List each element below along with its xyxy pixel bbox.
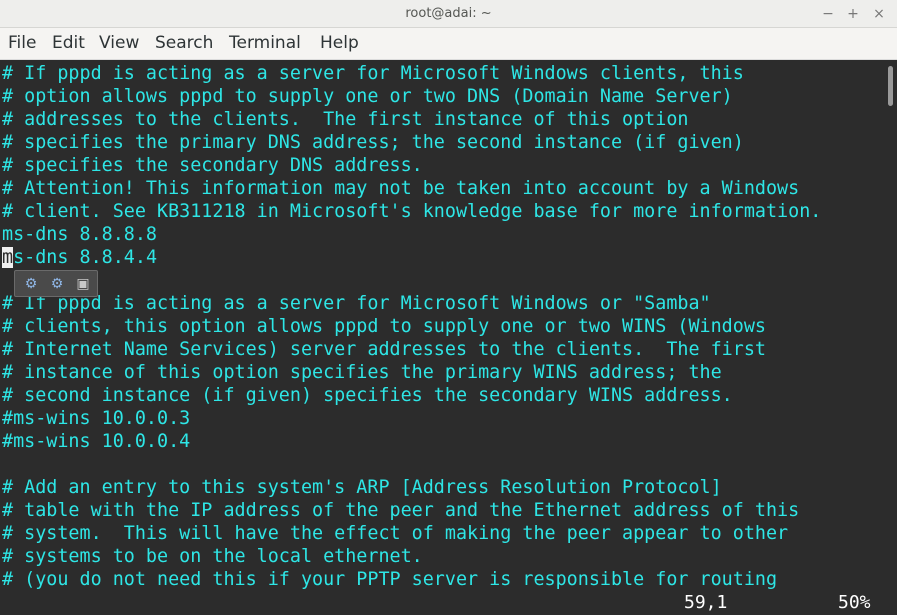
terminal-line: # If pppd is acting as a server for Micr…: [2, 293, 711, 314]
terminal-line: # If pppd is acting as a server for Micr…: [2, 63, 744, 84]
terminal-line: # instance of this option specifies the …: [2, 362, 722, 383]
gear-icon[interactable]: ⚙: [22, 275, 40, 293]
title-bar[interactable]: root@adai: ~ − + ×: [0, 0, 897, 28]
minimize-button[interactable]: −: [818, 4, 838, 24]
terminal-line: # specifies the secondary DNS address.: [2, 155, 423, 176]
terminal-line: # option allows pppd to supply one or tw…: [2, 86, 733, 107]
terminal-line: # clients, this option allows pppd to su…: [2, 316, 766, 337]
terminal-line: # second instance (if given) specifies t…: [2, 385, 733, 406]
terminal-window: root@adai: ~ − + × File Edit View Search…: [0, 0, 897, 615]
terminal-line: # addresses to the clients. The first in…: [2, 109, 689, 130]
terminal-line: # client. See KB311218 in Microsoft's kn…: [2, 201, 822, 222]
scrollbar[interactable]: [884, 61, 897, 615]
terminal-line: # specifies the primary DNS address; the…: [2, 132, 744, 153]
menu-file[interactable]: File: [8, 33, 36, 53]
scroll-percent: 50%: [838, 592, 871, 613]
menu-search[interactable]: Search: [155, 33, 213, 53]
terminal-line: # table with the IP address of the peer …: [2, 500, 800, 521]
floating-mini-toolbar: ⚙ ⚙ ▣: [14, 270, 98, 297]
cursor-position: 59,1: [684, 592, 728, 613]
terminal-line: # system. This will have the effect of m…: [2, 523, 789, 544]
maximize-button[interactable]: +: [843, 4, 863, 24]
scroll-thumb[interactable]: [888, 66, 893, 106]
gear-icon[interactable]: ⚙: [48, 275, 66, 293]
text-cursor: m: [2, 247, 14, 268]
terminal-line: ms-dns 8.8.8.8: [2, 224, 158, 245]
terminal-line: # Attention! This information may not be…: [2, 178, 800, 199]
save-icon[interactable]: ▣: [74, 275, 92, 293]
menu-help[interactable]: Help: [320, 33, 359, 53]
terminal-line: ms-dns 8.8.4.4: [2, 246, 157, 269]
menu-view[interactable]: View: [99, 33, 139, 53]
terminal-line: # systems to be on the local ethernet.: [2, 546, 423, 567]
menu-edit[interactable]: Edit: [52, 33, 85, 53]
terminal-area[interactable]: # If pppd is acting as a server for Micr…: [0, 61, 884, 615]
terminal-line: # Internet Name Services) server address…: [2, 339, 766, 360]
terminal-line: #ms-wins 10.0.0.3: [2, 408, 191, 429]
terminal-line: # Add an entry to this system's ARP [Add…: [2, 477, 722, 498]
terminal-line: # (you do not need this if your PPTP ser…: [2, 569, 778, 590]
window-title: root@adai: ~: [405, 6, 492, 21]
cursor-line-rest: s-dns 8.8.4.4: [13, 247, 158, 268]
menu-terminal[interactable]: Terminal: [229, 33, 301, 53]
menu-bar: File Edit View Search Terminal Help: [0, 28, 897, 60]
terminal-line: #ms-wins 10.0.0.4: [2, 431, 191, 452]
close-button[interactable]: ×: [869, 4, 889, 24]
